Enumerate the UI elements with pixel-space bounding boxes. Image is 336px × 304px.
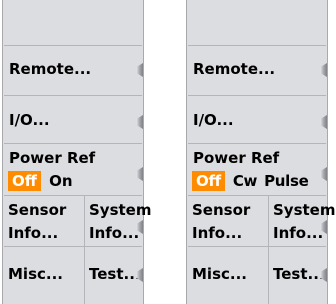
softkey-power-ref-label: Power Ref <box>9 149 96 167</box>
softkey-system-info[interactable]: System Info... <box>269 196 335 246</box>
softkey-info-row: Sensor Info... System Info... <box>188 195 335 246</box>
softkey-sensor-info-line1: Sensor <box>8 201 67 219</box>
softkey-io-label: I/O... <box>9 111 50 129</box>
softkey-remote[interactable]: Remote... <box>188 45 327 95</box>
softkey-system-info-line2: Info... <box>89 224 140 242</box>
softkey-notch-icon <box>136 63 143 77</box>
softkey-system-info-line1: System <box>89 201 152 219</box>
softkey-power-ref[interactable]: Power Ref Off Cw Pulse <box>188 143 327 195</box>
softkey-test[interactable]: Test... <box>269 247 327 304</box>
softkey-blank <box>188 0 326 45</box>
softkey-notch-icon <box>320 115 327 129</box>
softkey-remote-label: Remote... <box>9 60 92 78</box>
softkey-sensor-info-line2: Info... <box>192 224 243 242</box>
softkey-system-info[interactable]: System Info... <box>85 196 151 246</box>
softkey-misc-label: Misc... <box>8 265 63 283</box>
power-ref-option-pulse[interactable]: Pulse <box>263 172 309 190</box>
softkey-sensor-info[interactable]: Sensor Info... <box>4 196 85 246</box>
softkey-remote-label: Remote... <box>193 60 276 78</box>
softkey-panel-left: Remote... I/O... Power Ref Off On Sensor… <box>2 0 151 304</box>
softkey-info-row: Sensor Info... System Info... <box>4 195 151 246</box>
softkey-test[interactable]: Test... <box>85 247 143 304</box>
softkey-misc-test-row: Misc... Test... <box>188 246 327 304</box>
power-ref-option-cw[interactable]: Cw <box>230 172 258 190</box>
softkey-notch-icon <box>320 167 327 181</box>
softkey-remote[interactable]: Remote... <box>4 45 143 95</box>
softkey-io[interactable]: I/O... <box>188 95 327 143</box>
softkey-sensor-info[interactable]: Sensor Info... <box>188 196 269 246</box>
softkey-io-label: I/O... <box>193 111 234 129</box>
softkey-test-label: Test... <box>89 265 141 283</box>
softkey-misc[interactable]: Misc... <box>4 247 85 304</box>
power-ref-option-off[interactable]: Off <box>8 171 41 191</box>
softkey-panel-right: Remote... I/O... Power Ref Off Cw Pulse … <box>186 0 335 304</box>
softkey-notch-icon <box>136 167 143 181</box>
softkey-system-info-line2: Info... <box>273 224 324 242</box>
power-ref-option-off[interactable]: Off <box>192 171 225 191</box>
power-ref-options: Off Cw Pulse <box>192 171 309 192</box>
softkey-notch-icon <box>320 63 327 77</box>
power-ref-option-on[interactable]: On <box>46 172 75 190</box>
softkey-notch-icon <box>136 115 143 129</box>
softkey-blank <box>4 0 142 45</box>
softkey-power-ref-label: Power Ref <box>193 149 280 167</box>
softkey-misc-test-row: Misc... Test... <box>4 246 143 304</box>
softkey-misc-label: Misc... <box>192 265 247 283</box>
softkey-test-label: Test... <box>273 265 325 283</box>
softkey-system-info-line1: System <box>273 201 336 219</box>
softkey-io[interactable]: I/O... <box>4 95 143 143</box>
power-ref-options: Off On <box>8 171 76 192</box>
softkey-sensor-info-line2: Info... <box>8 224 59 242</box>
softkey-sensor-info-line1: Sensor <box>192 201 251 219</box>
softkey-power-ref[interactable]: Power Ref Off On <box>4 143 143 195</box>
softkey-misc[interactable]: Misc... <box>188 247 269 304</box>
